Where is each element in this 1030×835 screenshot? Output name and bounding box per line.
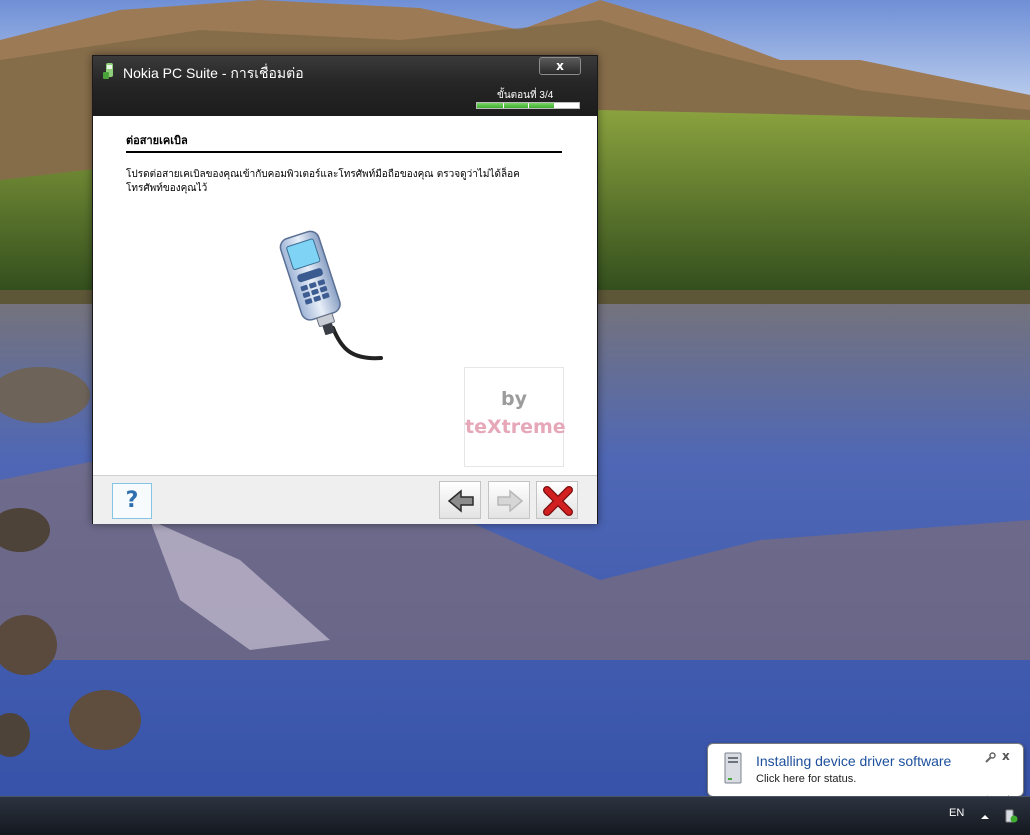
dialog-title: Nokia PC Suite - การเชื่อมต่อ — [123, 65, 304, 81]
watermark-by: by — [501, 388, 527, 410]
dialog-titlebar[interactable]: Nokia PC Suite - การเชื่อมต่อ x ขั้นตอนท… — [93, 56, 597, 116]
device-tray-icon[interactable] — [1004, 809, 1018, 823]
step-progress-fill — [477, 103, 554, 108]
next-button[interactable] — [488, 481, 530, 519]
heading-divider — [126, 151, 562, 153]
driver-install-notification[interactable]: Installing device driver software Click … — [707, 743, 1024, 797]
notification-close-button[interactable]: x — [1002, 749, 1010, 763]
nokia-app-icon — [103, 63, 113, 79]
step-indicator: ขั้นตอนที่ 3/4 — [497, 90, 554, 101]
step-progress-bar — [476, 102, 580, 109]
close-icon: x — [556, 59, 564, 73]
taskbar: EN — [0, 796, 1030, 835]
nokia-pc-suite-dialog: Nokia PC Suite - การเชื่อมต่อ x ขั้นตอนท… — [92, 55, 598, 524]
cancel-button[interactable] — [536, 481, 578, 519]
instruction-text: โปรดต่อสายเคเบิลของคุณเข้ากับคอมพิวเตอร์… — [126, 169, 520, 194]
watermark-brand: teXtreme — [465, 416, 566, 438]
dialog-footer: ? — [93, 475, 597, 524]
progress-divider — [528, 103, 529, 108]
next-arrow-icon — [497, 489, 524, 513]
options-wrench-icon[interactable] — [984, 752, 996, 764]
help-button[interactable]: ? — [112, 483, 152, 519]
progress-divider — [553, 103, 555, 108]
show-hidden-icons-icon[interactable] — [980, 812, 990, 822]
phone-cable-icon — [279, 230, 383, 361]
help-icon: ? — [125, 488, 139, 513]
notification-subtitle: Click here for status. — [756, 773, 857, 785]
close-button[interactable]: x — [539, 57, 581, 75]
back-arrow-icon — [447, 489, 474, 513]
device-driver-icon — [724, 752, 742, 784]
watermark: by teXtreme — [464, 367, 566, 467]
language-indicator[interactable]: EN — [949, 807, 964, 819]
back-button[interactable] — [439, 481, 481, 519]
notification-title: Installing device driver software — [756, 753, 952, 769]
cancel-x-icon — [543, 486, 573, 516]
section-heading: ต่อสายเคเบิล — [126, 134, 188, 147]
progress-divider — [502, 103, 504, 108]
